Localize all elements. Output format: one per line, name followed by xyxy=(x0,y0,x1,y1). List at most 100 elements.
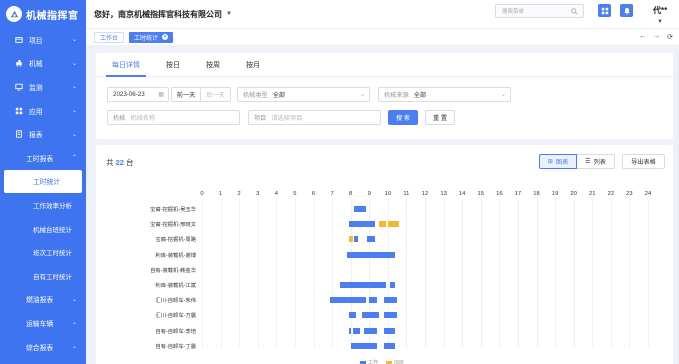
x-tick-label: 10 xyxy=(384,191,392,197)
tab-label: 工作台 xyxy=(100,35,119,42)
legend-label: 工作 xyxy=(368,360,379,364)
chevron-down-icon: ⌄ xyxy=(71,84,77,91)
chevron-down-icon: ⌄ xyxy=(71,60,77,67)
subtab-daily-detail[interactable]: 每日详情 xyxy=(102,53,150,77)
notification-button[interactable] xyxy=(620,4,633,17)
overtime-bar[interactable] xyxy=(387,221,399,228)
x-tick-label: 19 xyxy=(551,191,559,197)
sidebar-item-label: 监测 xyxy=(29,84,43,92)
machine-type-select[interactable]: 机械类型 全部 ⌄ xyxy=(237,87,370,102)
tab-workbench[interactable]: 工作台 xyxy=(94,31,125,43)
work-bar[interactable] xyxy=(367,236,375,243)
refresh-icon[interactable]: ⟳ xyxy=(667,33,673,41)
x-tick-label: 20 xyxy=(570,191,577,197)
work-bar[interactable] xyxy=(384,342,396,349)
work-bar[interactable] xyxy=(354,236,359,243)
work-bar[interactable] xyxy=(346,251,396,258)
overtime-bar[interactable] xyxy=(378,221,386,228)
arrow-left-icon[interactable]: ← xyxy=(639,33,646,41)
sidebar-item-own-hours-stats[interactable]: 自有工时统计 xyxy=(0,264,86,288)
monitor-icon xyxy=(14,82,23,91)
row-label: 宝裔-挖掘机-吴玉华 xyxy=(150,207,196,213)
project-select[interactable]: 项目 请选择项目 xyxy=(248,110,381,125)
work-bar[interactable] xyxy=(348,221,375,228)
sidebar-item-machine-shift-stats[interactable]: 机械台班统计 xyxy=(0,217,86,241)
x-tick-label: 13 xyxy=(440,191,447,197)
date-picker[interactable]: 2023-06-23 ▦ xyxy=(107,87,169,102)
work-bar[interactable] xyxy=(384,327,396,334)
work-bar[interactable] xyxy=(348,327,351,334)
work-bar[interactable] xyxy=(361,312,379,319)
work-bar[interactable] xyxy=(350,342,377,349)
sidebar-item-monitor[interactable]: 监测 ⌄ xyxy=(0,75,86,99)
machine-source-label: 机械来源 xyxy=(384,92,409,99)
work-bar[interactable] xyxy=(384,297,398,304)
sidebar-item-efficiency-analysis[interactable]: 工作效率分析 xyxy=(0,193,86,217)
arrow-right-icon[interactable]: → xyxy=(653,33,660,41)
work-bar[interactable] xyxy=(363,327,377,334)
user-menu[interactable]: 代** ▼ xyxy=(653,5,679,25)
app-logo[interactable]: 机械指挥官 xyxy=(0,0,86,28)
sidebar-item-shift-hours-stats[interactable]: 班次工时统计 xyxy=(0,240,86,264)
sidebar-item-advanced-reports[interactable]: 高级报表⌄ xyxy=(0,358,86,364)
machine-name-input[interactable]: 机械 机械名称 xyxy=(107,110,240,125)
gridline xyxy=(480,199,482,347)
chevron-down-icon: ⌄ xyxy=(71,108,77,115)
reset-button[interactable]: 重 置 xyxy=(425,110,455,125)
tab-hours-stats[interactable]: 工时统计 ✕ xyxy=(129,31,174,43)
gridline xyxy=(555,199,557,347)
sidebar-item-fuel-reports[interactable]: 燃油报表 ⌄ xyxy=(0,288,86,312)
work-bar[interactable] xyxy=(369,297,377,304)
x-tick-label: 22 xyxy=(607,191,615,197)
work-bar[interactable] xyxy=(339,282,386,288)
subtab-by-month[interactable]: 按月 xyxy=(236,53,270,76)
sidebar-item-label: 工作效率分析 xyxy=(33,202,72,210)
tab-label: 工时统计 xyxy=(134,35,159,42)
row-label: 自有-自卸车-李培 xyxy=(155,328,196,335)
chevron-down-icon[interactable]: ▼ xyxy=(226,11,232,17)
filter-card: 每日详情 按日 按周 按月 2023-06-23 ▦ 前一天 后一天 机械类型 … xyxy=(96,53,673,139)
company-greeting[interactable]: 您好，南京机械指挥官科技有限公司 xyxy=(94,9,222,20)
chevron-down-icon: ⌄ xyxy=(71,131,77,138)
next-day-button[interactable]: 后一天 xyxy=(201,87,231,102)
sidebar-item-hours-stats[interactable]: 工时统计 xyxy=(4,169,82,194)
sidebar-item-label: 自有工时统计 xyxy=(33,273,72,281)
gridline xyxy=(332,199,334,347)
gridline xyxy=(629,199,631,347)
work-bar[interactable] xyxy=(352,327,360,334)
tab-controls: ← → ⟳ xyxy=(639,33,673,41)
machine-icon xyxy=(14,59,23,68)
gridline xyxy=(276,199,278,347)
grid-icon xyxy=(601,7,608,14)
sidebar-item-general-reports[interactable]: 综合报表 ⌄ xyxy=(0,335,86,359)
search-button[interactable]: 搜 索 xyxy=(388,110,418,125)
x-tick-label: 5 xyxy=(293,191,297,197)
machine-source-select[interactable]: 机械来源 全部 ⌄ xyxy=(378,87,511,102)
overtime-bar[interactable] xyxy=(348,236,353,243)
subtab-by-week[interactable]: 按周 xyxy=(196,53,230,76)
prev-day-button[interactable]: 前一天 xyxy=(171,87,201,102)
work-bar[interactable] xyxy=(348,312,357,319)
gridline xyxy=(313,199,315,347)
close-icon[interactable]: ✕ xyxy=(162,34,169,40)
work-bar[interactable] xyxy=(354,206,366,212)
sidebar-item-apps[interactable]: 应用 ⌄ xyxy=(0,99,86,123)
x-tick-label: 0 xyxy=(200,191,204,197)
menu-search-input[interactable]: 搜索菜单 xyxy=(495,4,584,18)
work-bar[interactable] xyxy=(389,282,396,288)
gridline xyxy=(536,199,538,347)
sidebar-item-reports[interactable]: 报表 ⌄ xyxy=(0,122,86,146)
sidebar-item-transport-vehicles[interactable]: 运输车辆 ⌄ xyxy=(0,311,86,335)
app-name: 机械指挥官 xyxy=(26,10,79,22)
subtab-by-day[interactable]: 按日 xyxy=(156,53,190,76)
sidebar-item-machine[interactable]: 机械 ⌄ xyxy=(0,52,86,76)
apps-button[interactable] xyxy=(598,4,611,17)
chevron-down-icon: ⌄ xyxy=(500,92,506,98)
project-label: 项目 xyxy=(254,115,267,122)
sidebar-item-hours-reports[interactable]: 工时报表 ⌃ xyxy=(0,146,86,170)
work-bar[interactable] xyxy=(330,297,366,304)
chevron-down-icon: ⌃ xyxy=(71,155,77,162)
sidebar-item-project[interactable]: 项目 ⌄ xyxy=(0,28,86,52)
gridline xyxy=(425,199,426,347)
work-bar[interactable] xyxy=(384,312,398,319)
